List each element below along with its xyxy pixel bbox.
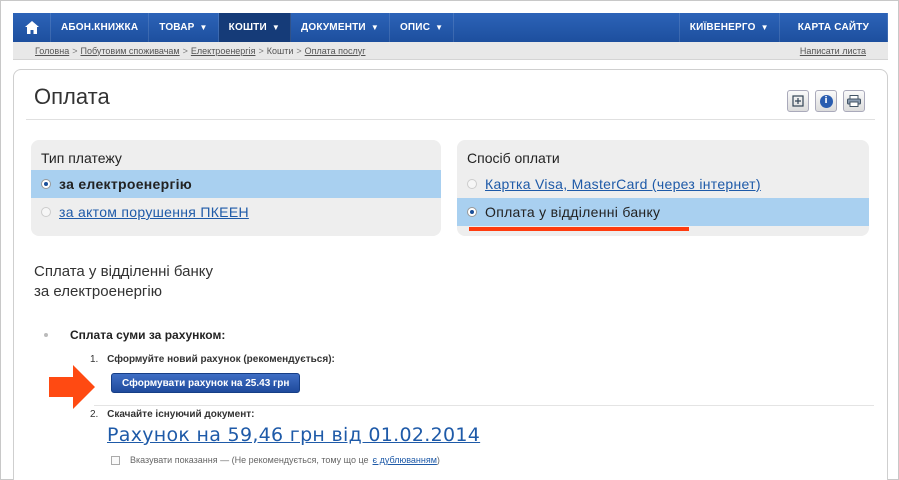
chevron-down-icon: ▼ (199, 23, 208, 32)
nav-item-sitemap[interactable]: КАРТА САЙТУ (780, 13, 888, 42)
show-readings-checkbox[interactable] (111, 455, 120, 465)
bullet-icon (44, 333, 48, 337)
invoice-download-link[interactable]: Рахунок на 59,46 грн від 01.02.2014 (107, 424, 480, 446)
highlight-underline (469, 227, 689, 231)
breadcrumb-separator: > (296, 45, 302, 56)
bullet-heading: Сплата суми за рахунком: (44, 328, 225, 342)
chevron-down-icon: ▼ (760, 23, 769, 32)
title-row: Оплата i (26, 78, 875, 120)
nav-item-label: ОПИС (399, 22, 431, 33)
breadcrumb-current: Кошти (266, 45, 294, 56)
divider (94, 405, 874, 406)
breadcrumb-separator: > (258, 45, 264, 56)
radio-unselected-icon[interactable] (41, 207, 51, 217)
radio-unselected-icon[interactable] (467, 179, 477, 189)
nav-item-kyivenergo[interactable]: КИЇВЕНЕРГО ▼ (680, 13, 780, 42)
nav-item-label: КАРТА САЙТУ (797, 22, 869, 33)
step-label: Скачайте існуючий документ: (107, 409, 255, 420)
page-tools: i (787, 90, 865, 112)
chevron-down-icon: ▼ (271, 23, 281, 32)
expand-button[interactable] (787, 90, 809, 112)
nav-item-abon-knyzhka[interactable]: АБОН.КНИЖКА (51, 13, 150, 42)
step-1: 1. Сформуйте новий рахунок (рекомендуєть… (90, 354, 335, 365)
main-panel: Оплата i Тип платежу за електроенергію з… (13, 69, 888, 480)
payment-type-box: Тип платежу за електроенергію за актом п… (31, 140, 441, 236)
main-navbar: АБОН.КНИЖКА ТОВАР ▼ КОШТИ ▼ ДОКУМЕНТИ ▼ … (13, 13, 888, 42)
nav-home-button[interactable] (13, 13, 51, 42)
screenshot-frame: АБОН.КНИЖКА ТОВАР ▼ КОШТИ ▼ ДОКУМЕНТИ ▼ … (0, 0, 899, 480)
nav-item-opys[interactable]: ОПИС ▼ (390, 13, 455, 42)
section-title: Сплата у відділенні банку за електроенер… (34, 262, 213, 302)
option-label: за електроенергію (59, 176, 193, 192)
nav-item-label: АБОН.КНИЖКА (61, 22, 139, 33)
step-number: 1. (90, 354, 99, 365)
payment-method-heading: Спосіб оплати (467, 150, 560, 166)
option-link[interactable]: Картка Visa, MasterCard (через інтернет) (485, 176, 761, 192)
breadcrumb-link[interactable]: Головна (35, 46, 69, 56)
print-icon (847, 95, 861, 107)
info-icon: i (819, 94, 833, 108)
nav-item-label: ДОКУМЕНТИ (301, 22, 366, 33)
nav-item-dokumenty[interactable]: ДОКУМЕНТИ ▼ (291, 13, 390, 42)
print-button[interactable] (843, 90, 865, 112)
write-letter-link[interactable]: Написати листа (800, 46, 866, 56)
breadcrumb-separator: > (182, 45, 188, 56)
breadcrumb: Головна > Побутовим споживачам > Електро… (13, 42, 888, 60)
payment-method-option-bank[interactable]: Оплата у відділенні банку (457, 198, 869, 226)
step-number: 2. (90, 409, 99, 420)
nav-item-label: КОШТИ (228, 22, 267, 33)
nav-item-tovar[interactable]: ТОВАР ▼ (149, 13, 219, 42)
payment-type-option-electricity[interactable]: за електроенергію (31, 170, 441, 198)
option-label: Оплата у відділенні банку (485, 204, 661, 220)
breadcrumb-separator: > (72, 45, 78, 56)
payment-type-heading: Тип платежу (41, 150, 122, 166)
payment-type-option-act[interactable]: за актом порушення ПКЕЕН (31, 198, 441, 226)
nav-spacer (454, 13, 680, 42)
nav-item-label: ТОВАР (159, 22, 195, 33)
info-button[interactable]: i (815, 90, 837, 112)
payment-method-box: Спосіб оплати Картка Visa, MasterCard (ч… (457, 140, 869, 236)
checkbox-label-tail: ) (436, 455, 440, 465)
bullet-heading-label: Сплата суми за рахунком: (70, 328, 226, 342)
section-title-line: Сплата у відділенні банку (34, 263, 214, 280)
duplication-link[interactable]: є дублюванням (373, 455, 437, 465)
chevron-down-icon: ▼ (435, 23, 444, 32)
chevron-down-icon: ▼ (370, 23, 379, 32)
checkbox-label: Вказувати показання — (Не рекомендується… (130, 455, 369, 465)
home-icon (24, 21, 39, 34)
show-readings-row: Вказувати показання — (Не рекомендується… (111, 455, 440, 465)
arrow-right-icon (49, 365, 95, 409)
radio-selected-icon[interactable] (41, 179, 51, 189)
breadcrumb-link[interactable]: Оплата послуг (305, 46, 366, 56)
step-label: Сформуйте новий рахунок (рекомендується)… (107, 354, 335, 365)
payment-method-option-card[interactable]: Картка Visa, MasterCard (через інтернет) (457, 170, 869, 198)
nav-item-koshty[interactable]: КОШТИ ▼ (218, 13, 292, 42)
radio-selected-icon[interactable] (467, 207, 477, 217)
generate-invoice-button[interactable]: Сформувати рахунок на 25.43 грн (111, 373, 301, 393)
section-title-line: за електроенергію (34, 283, 162, 300)
option-link[interactable]: за актом порушення ПКЕЕН (59, 204, 249, 220)
page-title: Оплата (34, 84, 110, 109)
step-2: 2. Скачайте існуючий документ: (90, 409, 255, 420)
nav-item-label: КИЇВЕНЕРГО (689, 22, 756, 33)
breadcrumb-link[interactable]: Електроенергія (191, 46, 256, 56)
breadcrumb-link[interactable]: Побутовим споживачам (80, 46, 179, 56)
expand-icon (792, 95, 804, 107)
